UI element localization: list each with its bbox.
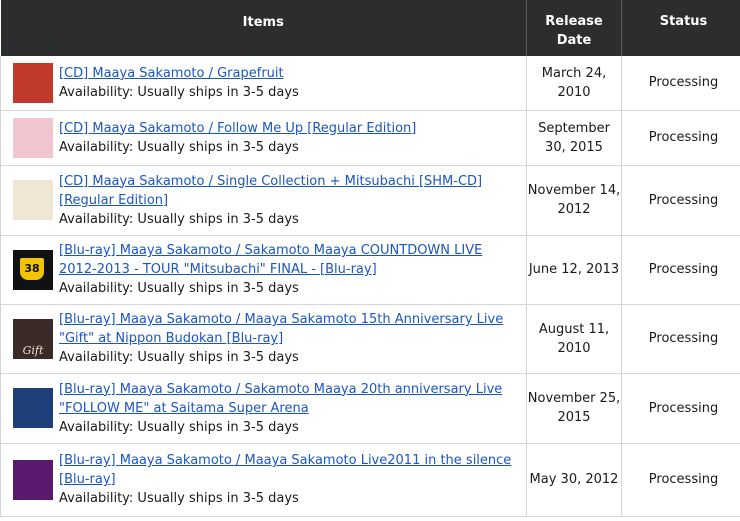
availability-text: Availability: Usually ships in 3-5 days [59, 281, 299, 296]
item-cell: Gift [Blu-ray] Maaya Sakamoto / Maaya Sa… [0, 304, 527, 374]
availability-text: Availability: Usually ships in 3-5 days [59, 84, 299, 100]
product-title-link[interactable]: [Blu-ray] Maaya Sakamoto / Sakamoto Maay… [59, 382, 502, 416]
product-title-link[interactable]: [Blu-ray] Maaya Sakamoto / Sakamoto Maay… [59, 243, 482, 277]
table-row: [Blu-ray] Maaya Sakamoto / Sakamoto Maay… [0, 373, 740, 444]
item-cell: [CD] Maaya Sakamoto / Follow Me Up [Regu… [0, 110, 527, 166]
cover-title-text: Gift [22, 343, 44, 357]
item-cell: [CD] Maaya Sakamoto / Single Collection … [0, 165, 527, 236]
status-column-header: Status [621, 0, 740, 56]
release-date-cell: November 14, 2012 [526, 165, 622, 236]
product-title-link[interactable]: [CD] Maaya Sakamoto / Follow Me Up [Regu… [59, 121, 416, 136]
availability-text: Availability: Usually ships in 3-5 days [59, 419, 299, 435]
table-row: [CD] Maaya Sakamoto / Follow Me Up [Regu… [0, 110, 740, 166]
release-date-cell: November 25, 2015 [526, 373, 622, 444]
release-date-column-header: Release Date [526, 0, 622, 56]
table-row: [CD] Maaya Sakamoto / Grapefruit Availab… [0, 56, 740, 111]
product-thumbnail[interactable] [13, 459, 53, 500]
album-cover-icon [13, 62, 53, 103]
release-date-cell: June 12, 2013 [526, 235, 622, 305]
album-cover-icon [13, 388, 53, 428]
album-cover-icon [13, 117, 53, 158]
album-cover-icon [13, 459, 53, 500]
album-cover-icon [13, 180, 53, 220]
status-cell: Processing [621, 56, 740, 111]
product-title-link[interactable]: [CD] Maaya Sakamoto / Single Collection … [59, 174, 482, 208]
status-cell: Processing [621, 235, 740, 305]
product-thumbnail[interactable] [13, 117, 53, 158]
availability-text: Availability: Usually ships in 3-5 days [59, 350, 299, 365]
table-row: [Blu-ray] Maaya Sakamoto / Maaya Sakamot… [0, 443, 740, 517]
availability-text: Availability: Usually ships in 3-5 days [59, 491, 299, 506]
availability-text: Availability: Usually ships in 3-5 days [59, 139, 299, 155]
product-title-link[interactable]: [Blu-ray] Maaya Sakamoto / Maaya Sakamot… [59, 312, 503, 346]
items-column-header: Items [0, 0, 527, 56]
item-cell: 38 [Blu-ray] Maaya Sakamoto / Sakamoto M… [0, 235, 527, 305]
release-date-cell: September 30, 2015 [526, 110, 622, 166]
release-date-cell: May 30, 2012 [526, 443, 622, 517]
release-date-cell: March 24, 2010 [526, 56, 622, 111]
album-cover-icon: Gift [13, 318, 53, 359]
product-thumbnail[interactable]: Gift [13, 318, 53, 359]
status-cell: Processing [621, 373, 740, 444]
status-cell: Processing [621, 304, 740, 374]
product-title-link[interactable]: [CD] Maaya Sakamoto / Grapefruit [59, 66, 284, 81]
product-thumbnail[interactable] [13, 180, 53, 220]
item-cell: [Blu-ray] Maaya Sakamoto / Sakamoto Maay… [0, 373, 527, 444]
status-cell: Processing [621, 443, 740, 517]
status-cell: Processing [621, 165, 740, 236]
availability-text: Availability: Usually ships in 3-5 days [59, 211, 299, 227]
order-items-table: Items Release Date Status [CD] Maaya Sak… [0, 0, 740, 517]
release-date-cell: August 11, 2010 [526, 304, 622, 374]
table-row: [CD] Maaya Sakamoto / Single Collection … [0, 165, 740, 236]
table-row: Gift [Blu-ray] Maaya Sakamoto / Maaya Sa… [0, 304, 740, 374]
item-cell: [Blu-ray] Maaya Sakamoto / Maaya Sakamot… [0, 443, 527, 517]
item-cell: [CD] Maaya Sakamoto / Grapefruit Availab… [0, 56, 527, 111]
product-thumbnail[interactable]: 38 [13, 249, 53, 290]
table-header-row: Items Release Date Status [0, 0, 740, 56]
product-thumbnail[interactable] [13, 388, 53, 428]
product-title-link[interactable]: [Blu-ray] Maaya Sakamoto / Maaya Sakamot… [59, 453, 511, 487]
product-thumbnail[interactable] [13, 62, 53, 103]
table-row: 38 [Blu-ray] Maaya Sakamoto / Sakamoto M… [0, 235, 740, 305]
status-cell: Processing [621, 110, 740, 166]
route-38-cover-icon: 38 [13, 249, 53, 290]
route-38-badge: 38 [18, 255, 46, 282]
